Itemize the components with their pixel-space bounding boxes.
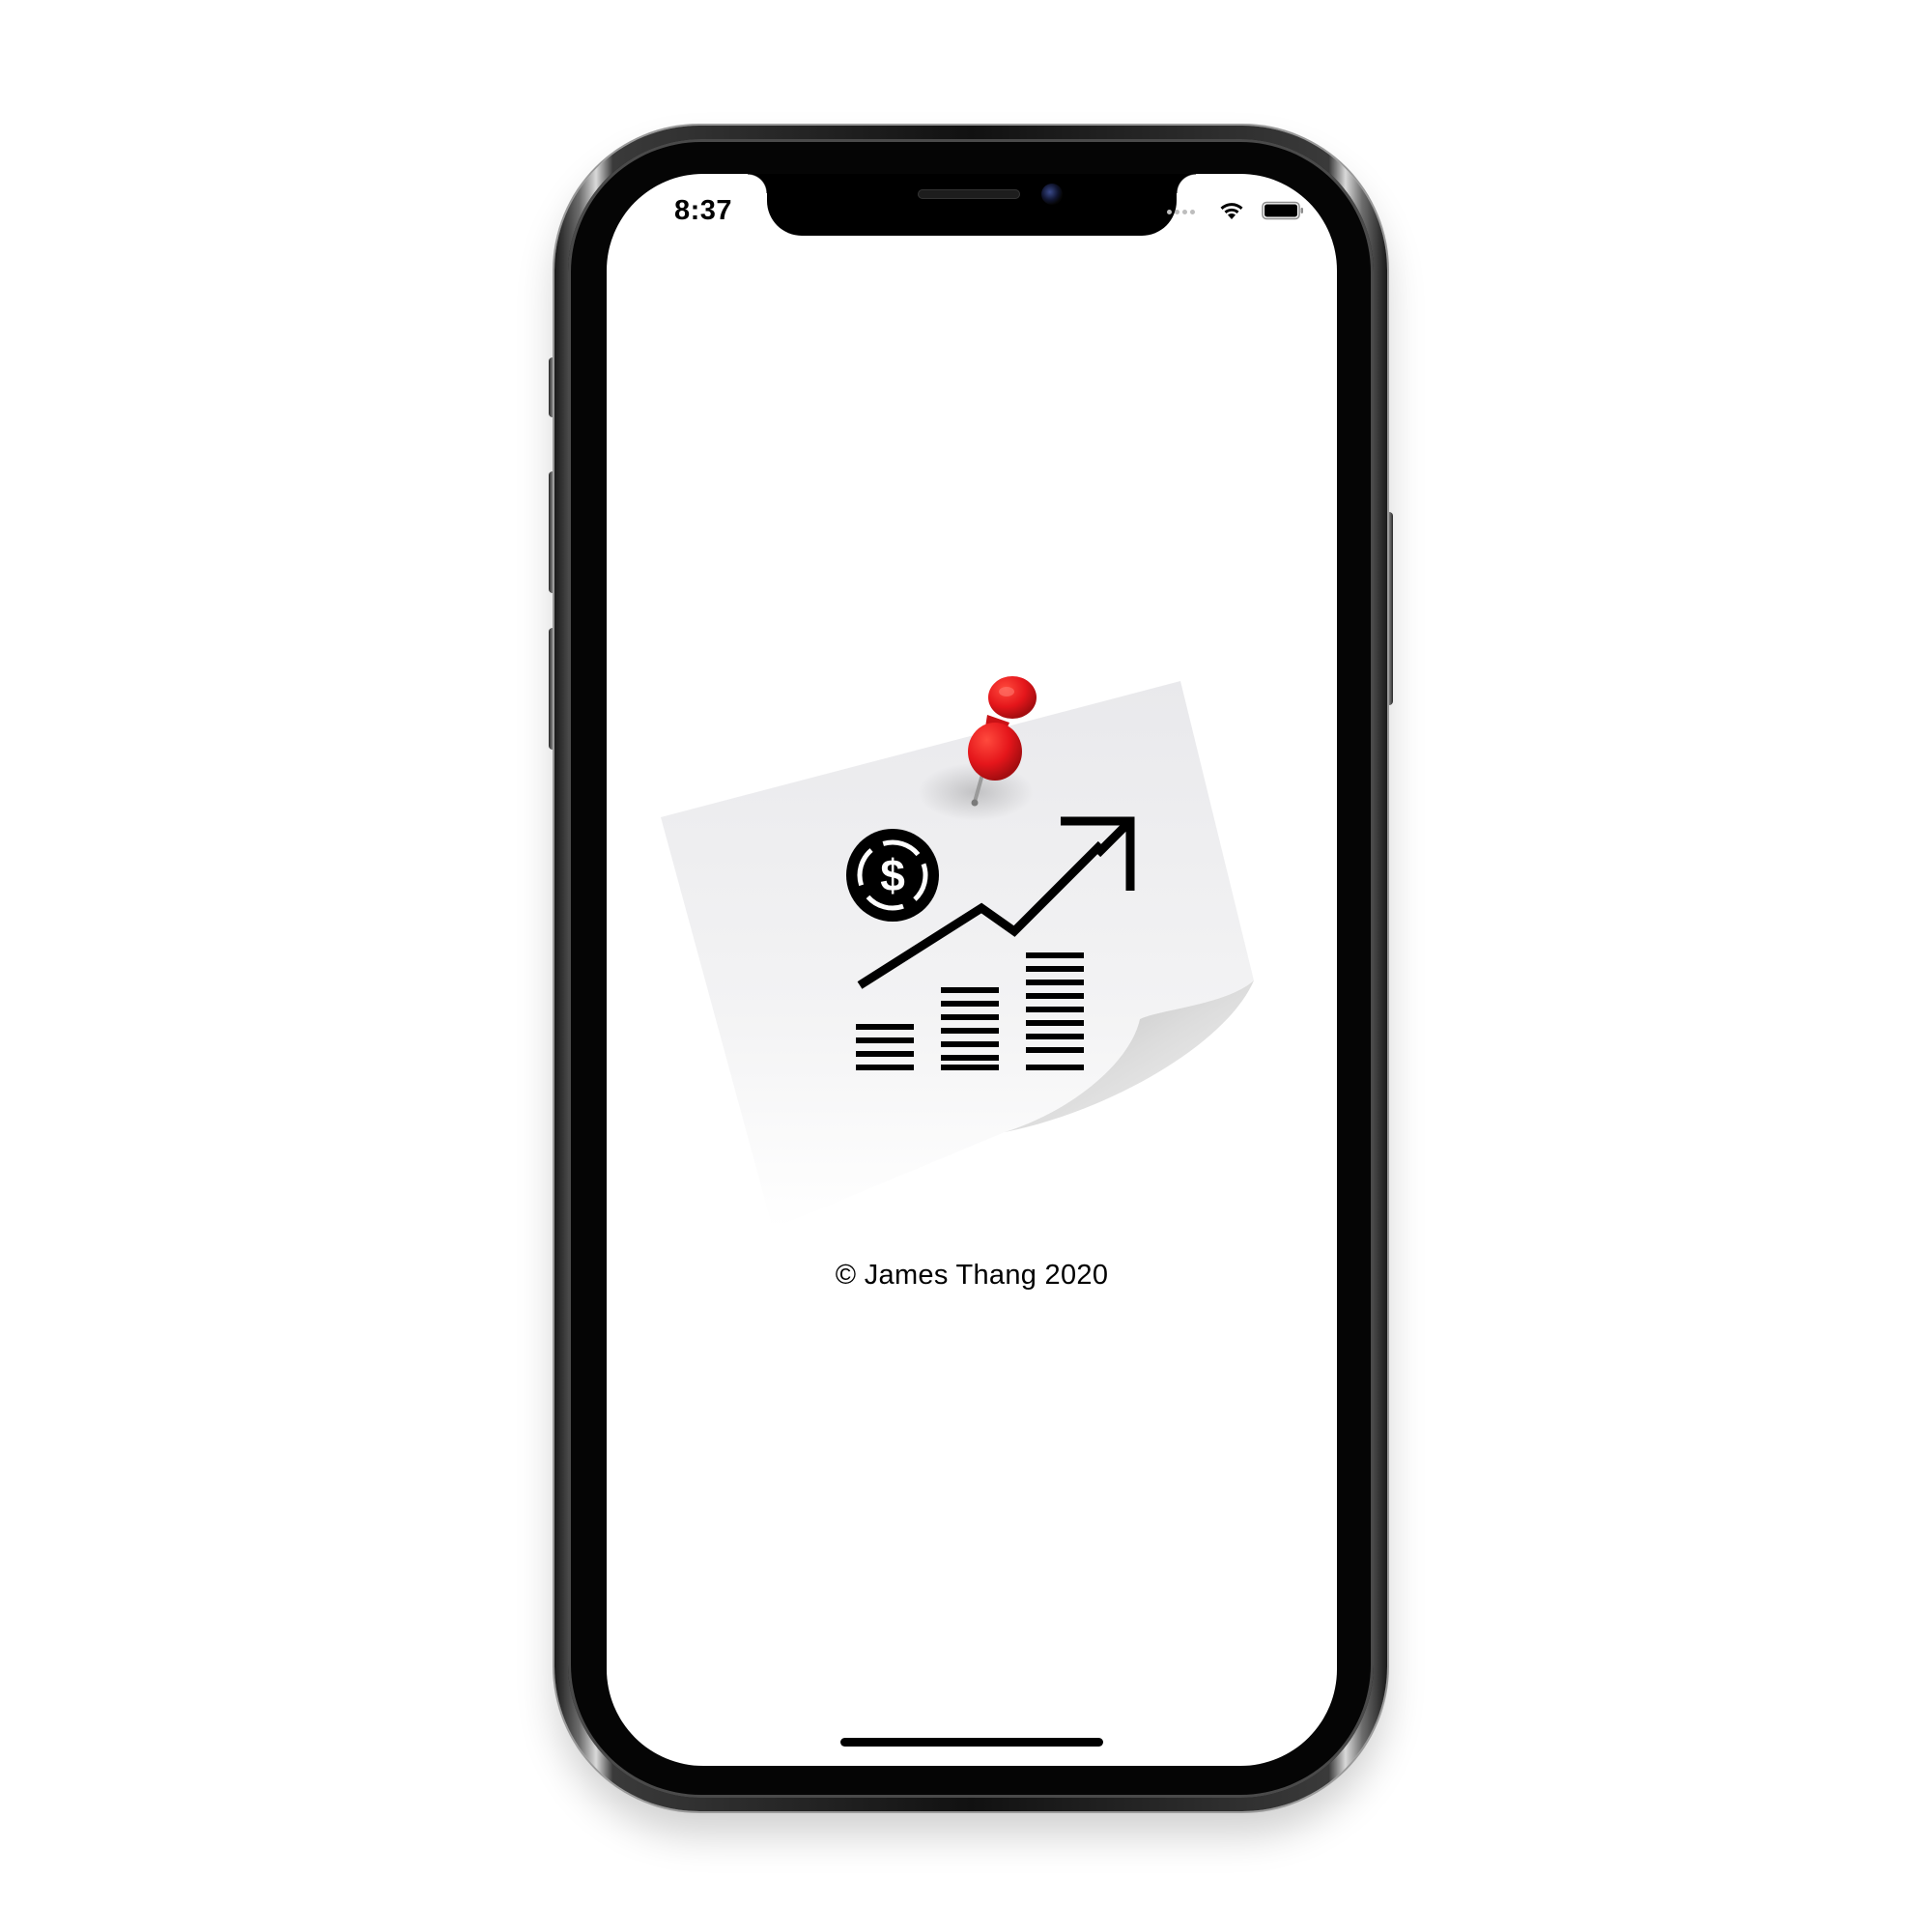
- earpiece-speaker: [918, 189, 1020, 199]
- notch: [748, 174, 1196, 236]
- battery-icon: [1262, 201, 1303, 220]
- status-time: 8:37: [674, 195, 733, 226]
- signal-strength-icon: [1167, 210, 1195, 214]
- status-indicators: [1167, 198, 1303, 227]
- copyright-text: © James Thang 2020: [835, 1260, 1109, 1291]
- device-mockup: 8:37 $ © James Thang 2020: [0, 0, 1932, 1932]
- front-camera-icon: [1041, 184, 1063, 205]
- svg-text:$: $: [880, 850, 905, 900]
- app-screen: 8:37 $ © James Thang 2020: [607, 174, 1337, 1766]
- sticky-note: [661, 681, 1254, 1229]
- dollar-coin-icon: $: [846, 829, 939, 922]
- wifi-icon: [1220, 203, 1243, 219]
- home-indicator[interactable]: [840, 1738, 1103, 1747]
- sticky-note-finance-chart-icon: $: [661, 676, 1254, 1229]
